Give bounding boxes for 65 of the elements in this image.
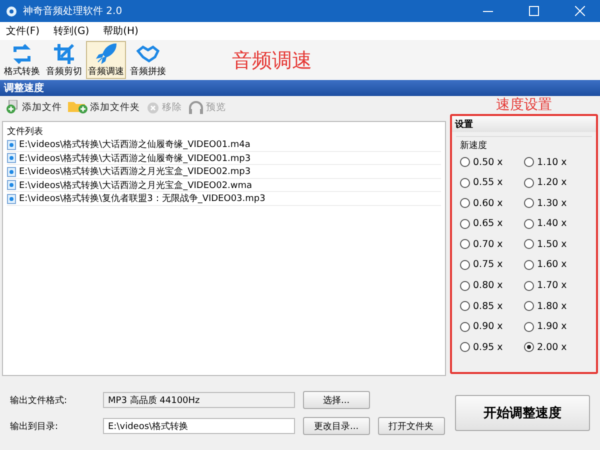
format-field[interactable]: MP3 高品质 44100Hz: [103, 392, 295, 408]
file-path[interactable]: E:\videos\格式转换\大话西游之仙履奇缘_VIDEO01.mp3: [19, 152, 251, 165]
speed-radio[interactable]: 0.60 x: [460, 197, 524, 210]
speed-radio[interactable]: 1.10 x: [524, 156, 588, 168]
speed-radio[interactable]: 0.90 x: [460, 320, 524, 333]
speed-radio[interactable]: 0.95 x: [460, 341, 524, 354]
speed-radio[interactable]: 1.60 x: [524, 258, 588, 271]
rocket-icon: [95, 43, 117, 65]
refresh-arrows-icon: [11, 43, 33, 65]
open-folder-button[interactable]: 打开文件夹: [378, 417, 445, 435]
add-file-icon: [6, 100, 20, 114]
section-header: 调整速度: [0, 80, 600, 96]
audio-file-icon: [7, 166, 16, 177]
menu-item[interactable]: 帮助(H): [103, 24, 138, 38]
speed-radio[interactable]: 0.65 x: [460, 218, 524, 230]
close-icon: [575, 6, 585, 16]
speed-radio[interactable]: 0.70 x: [460, 238, 524, 250]
minimize-icon: [483, 10, 493, 12]
toolbar-button[interactable]: 音频拼接: [128, 41, 168, 79]
speed-radio[interactable]: 2.00 x: [524, 341, 588, 354]
speed-radio[interactable]: 0.85 x: [460, 300, 524, 312]
speed-radio[interactable]: 1.40 x: [524, 218, 588, 230]
remove-icon: [146, 100, 160, 114]
group-title: 新速度: [460, 140, 488, 152]
window-title: 神奇音频处理软件 2.0: [23, 4, 124, 18]
annotation-text: 音频调速: [232, 46, 312, 74]
file-path[interactable]: E:\videos\格式转换\大话西游之仙履奇缘_VIDEO01.m4a: [19, 138, 250, 152]
maximize-icon: [529, 6, 539, 16]
headphones-icon: [188, 100, 204, 114]
add-folder-icon: [68, 100, 88, 114]
list-title: 文件列表: [7, 126, 44, 138]
app-logo-icon: [6, 6, 17, 16]
speed-radio[interactable]: 1.20 x: [524, 176, 588, 189]
crop-icon: [53, 43, 75, 65]
speed-radio[interactable]: 1.70 x: [524, 280, 588, 292]
audio-file-icon: [7, 194, 16, 204]
speed-radio[interactable]: 0.50 x: [460, 156, 524, 168]
speed-radio[interactable]: 1.80 x: [524, 300, 588, 312]
directory-field[interactable]: E:\videos\格式转换: [103, 418, 295, 434]
audio-file-icon: [7, 180, 16, 190]
menu-item[interactable]: 转到(G): [54, 24, 90, 38]
menu-item[interactable]: 文件(F): [6, 24, 40, 38]
change-directory-button[interactable]: 更改目录...: [303, 417, 370, 435]
toolbar-button[interactable]: 添加文件: [6, 100, 62, 114]
toolbar-button[interactable]: 音频剪切: [44, 41, 84, 79]
choose-button[interactable]: 选择...: [303, 391, 370, 409]
speed-radio[interactable]: 1.30 x: [524, 197, 588, 210]
speed-radio[interactable]: 0.80 x: [460, 280, 524, 292]
toolbar-button[interactable]: 添加文件夹: [68, 100, 140, 114]
audio-file-icon: [7, 153, 16, 164]
toolbar-button[interactable]: 格式转换: [2, 41, 42, 79]
speed-radio[interactable]: 0.75 x: [460, 258, 524, 271]
field-label: 输出到目录:: [10, 420, 60, 432]
file-path[interactable]: E:\videos\格式转换\大话西游之月光宝盒_VIDEO02.wma: [19, 178, 252, 192]
audio-file-icon: [7, 140, 16, 150]
speed-radio[interactable]: 1.50 x: [524, 238, 588, 250]
field-label: 输出文件格式:: [10, 394, 68, 406]
file-path[interactable]: E:\videos\格式转换\复仇者联盟3：无限战争_VIDEO03.mp3: [19, 192, 266, 206]
start-button[interactable]: 开始调整速度: [454, 395, 590, 431]
speed-radio[interactable]: 1.90 x: [524, 320, 588, 333]
panel-header: 设置: [452, 116, 596, 132]
toolbar-button[interactable]: 音频调速: [86, 41, 126, 79]
speed-radio[interactable]: 0.55 x: [460, 176, 524, 189]
annotation-text: 速度设置: [496, 96, 552, 114]
file-path[interactable]: E:\videos\格式转换\大话西游之月光宝盒_VIDEO02.mp3: [19, 165, 251, 178]
